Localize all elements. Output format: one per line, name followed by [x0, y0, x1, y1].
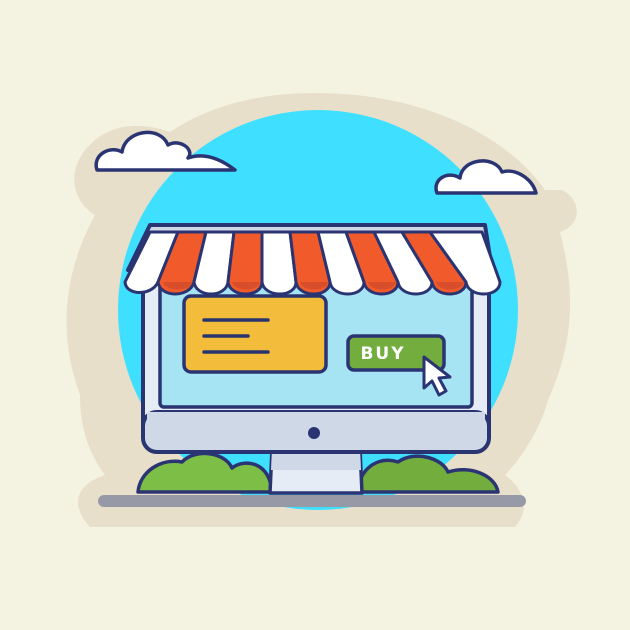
shop-awning [123, 223, 502, 296]
online-shop-artwork [66, 93, 577, 527]
buy-button[interactable]: BUY [348, 336, 444, 370]
sticker-illustration: BUY [0, 0, 630, 630]
product-card [182, 294, 328, 374]
power-dot-icon [308, 427, 320, 439]
ground-line [98, 495, 526, 507]
buy-button-label: BUY [360, 343, 406, 364]
monitor-stand [268, 446, 364, 495]
